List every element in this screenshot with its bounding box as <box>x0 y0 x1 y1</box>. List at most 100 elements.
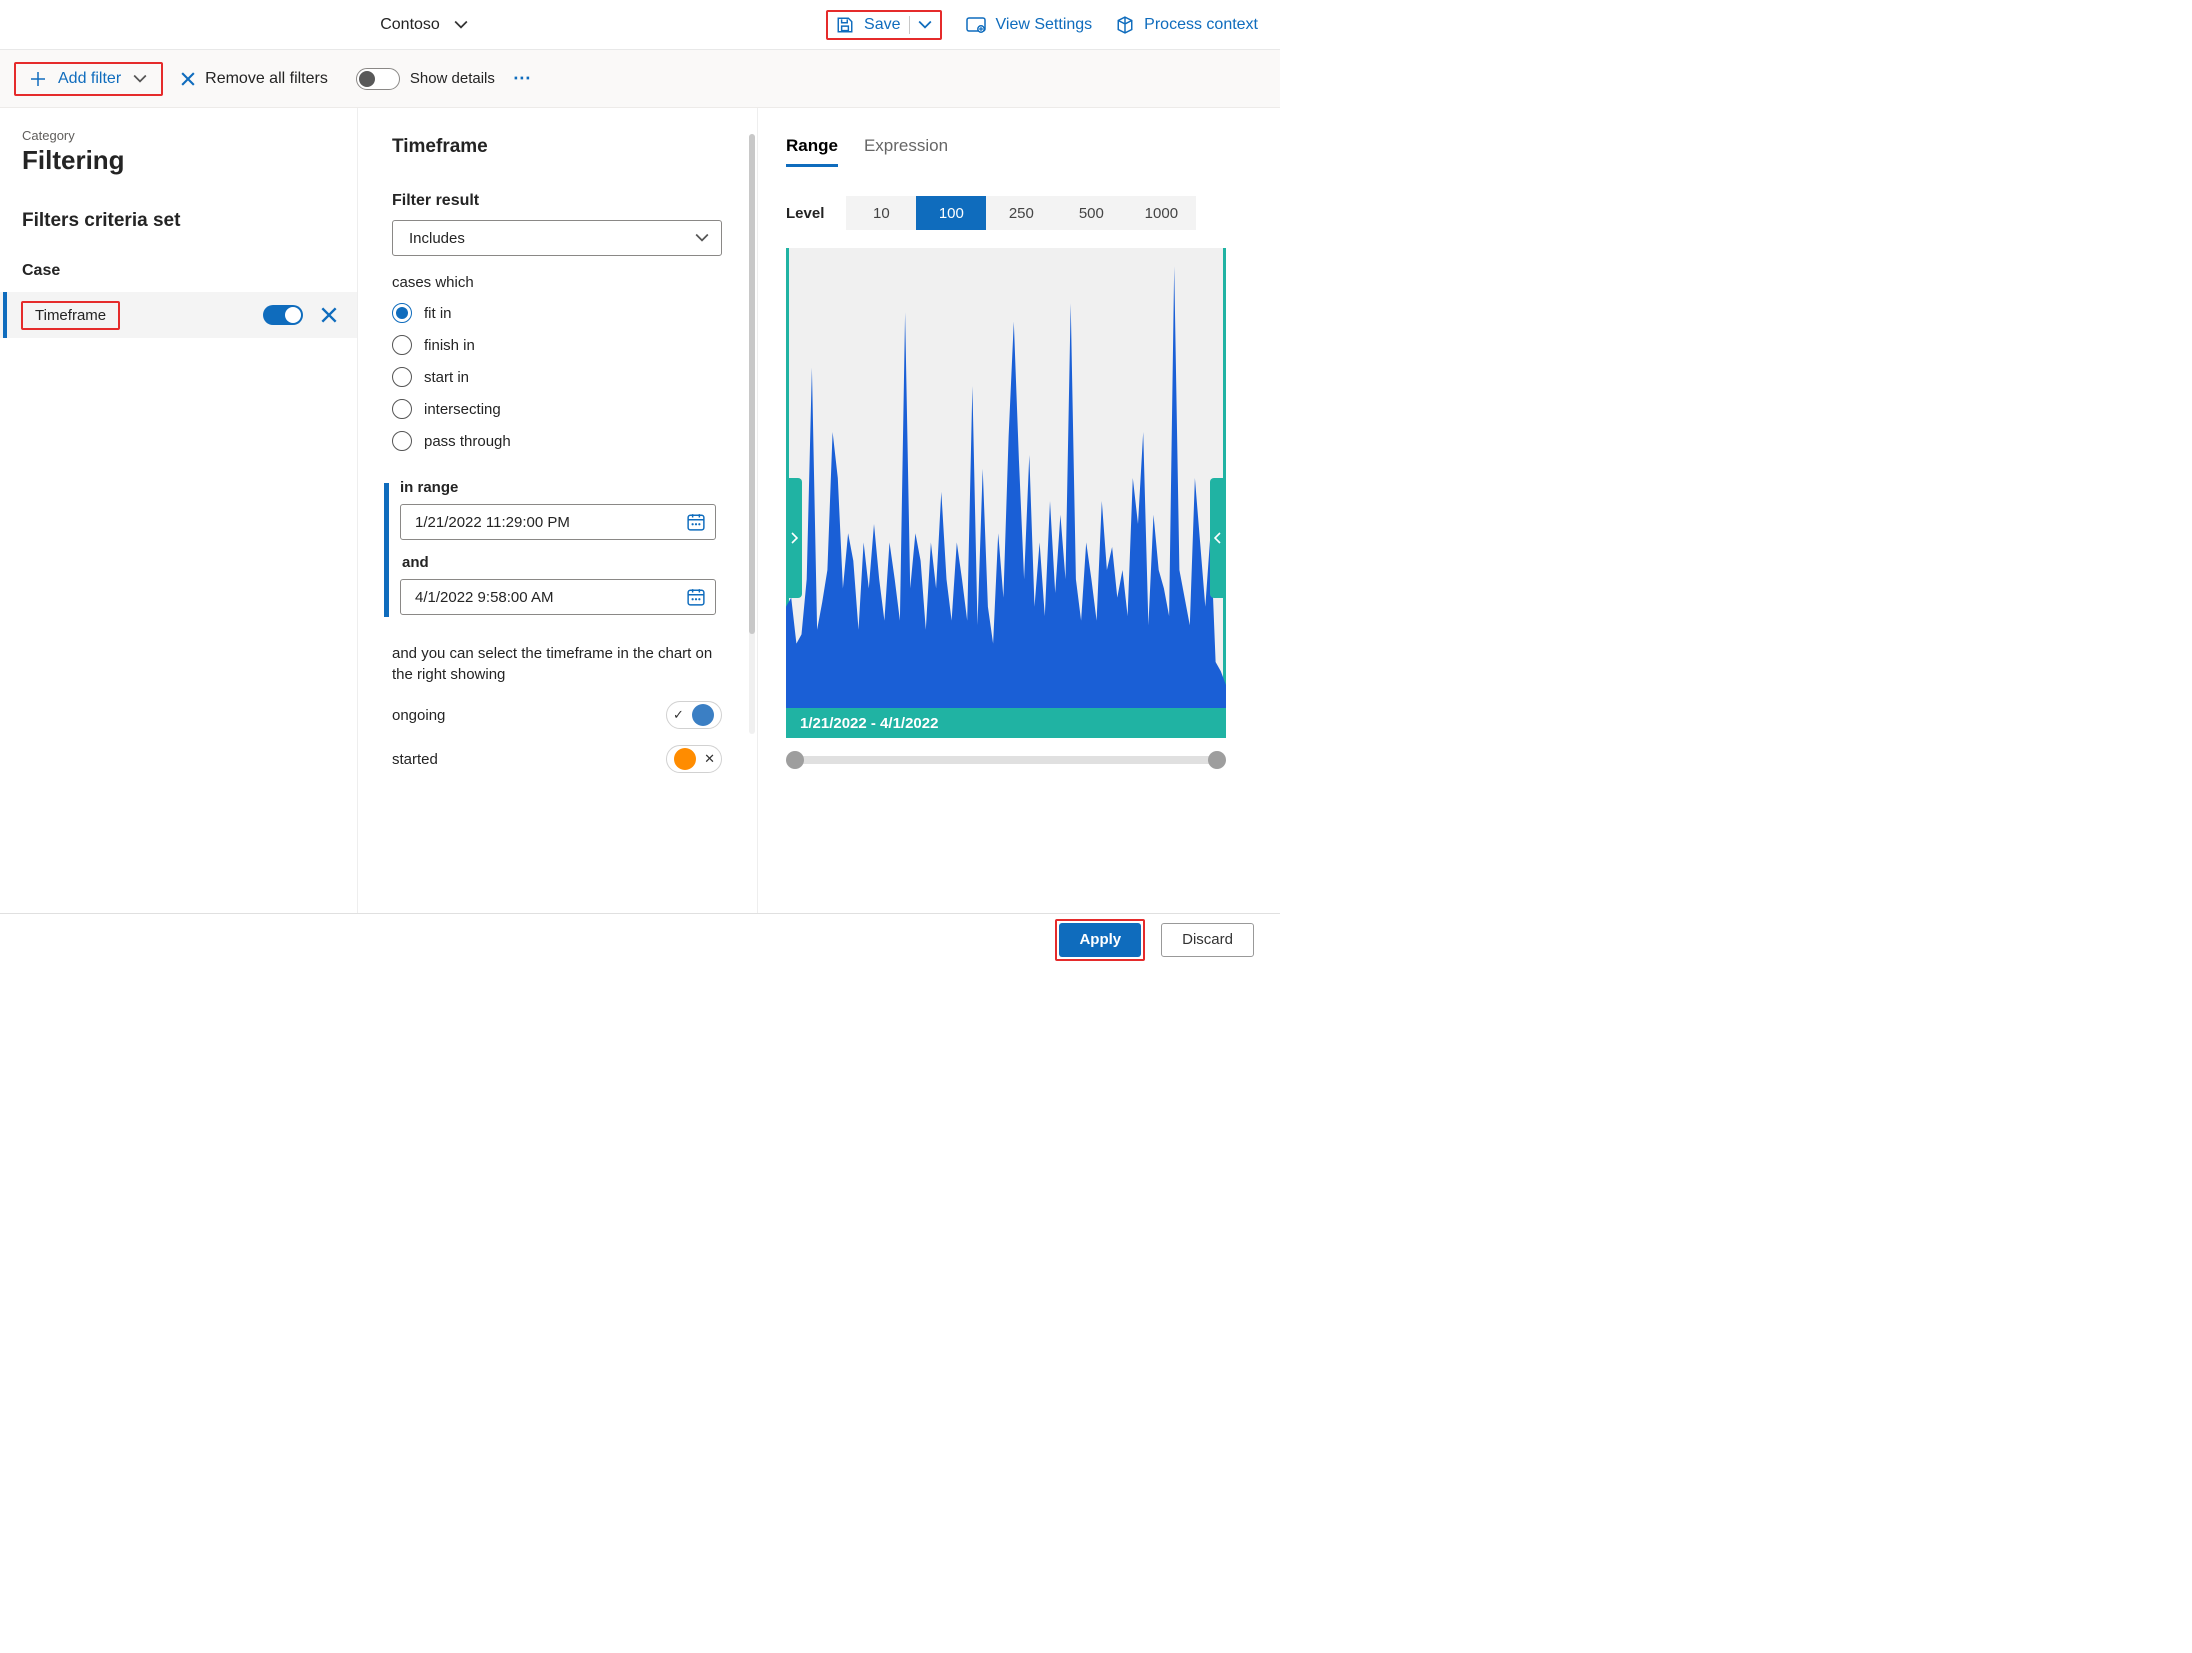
timeframe-title: Timeframe <box>392 136 727 158</box>
radio-ring <box>392 431 412 451</box>
range-handle-left[interactable] <box>786 478 802 598</box>
started-toggle[interactable]: ✕ <box>666 745 722 773</box>
remove-filter-icon[interactable] <box>321 307 337 323</box>
more-menu[interactable]: ⋯ <box>513 68 533 89</box>
apply-button[interactable]: Apply <box>1059 923 1141 957</box>
ongoing-toggle[interactable]: ✓ <box>666 701 722 729</box>
radio-start-in[interactable]: start in <box>392 367 727 387</box>
cases-which-radio-group: fit in finish in start in intersecting pass … <box>392 303 727 451</box>
slider-knob-right[interactable] <box>1208 751 1226 769</box>
tab-range[interactable]: Range <box>786 136 838 167</box>
view-settings-label: View Settings <box>996 16 1093 34</box>
in-range-block: in range 1/21/2022 11:29:00 PM and 4/1/2… <box>392 479 727 615</box>
save-group: Save <box>826 10 941 40</box>
criteria-title: Filters criteria set <box>22 210 357 232</box>
chevron-right-icon <box>790 532 798 544</box>
remove-all-filters-button[interactable]: Remove all filters <box>181 70 328 88</box>
level-row: Level 101002505001000 <box>786 196 1256 230</box>
radio-label: fit in <box>424 305 452 322</box>
level-500[interactable]: 500 <box>1056 196 1126 230</box>
filter-result-label: Filter result <box>392 192 727 210</box>
left-panel: Category Filtering Filters criteria set … <box>0 108 358 913</box>
category-label: Category <box>22 128 357 143</box>
add-filter-label: Add filter <box>58 70 121 88</box>
right-panel: Range Expression Level 101002505001000 1… <box>758 108 1280 913</box>
check-icon: ✓ <box>669 707 688 723</box>
radio-label: finish in <box>424 337 475 354</box>
save-icon <box>836 16 854 34</box>
process-context-label: Process context <box>1144 16 1258 34</box>
save-chevron-icon[interactable] <box>918 18 932 32</box>
header-bar: Contoso Save View Settings Process conte… <box>0 0 1280 50</box>
add-filter-button[interactable]: Add filter <box>14 62 163 96</box>
in-range-label: in range <box>400 479 727 496</box>
radio-label: pass through <box>424 433 511 450</box>
level-100[interactable]: 100 <box>916 196 986 230</box>
header-center: Contoso <box>22 16 826 34</box>
radio-ring <box>392 399 412 419</box>
level-segments: 101002505001000 <box>846 196 1196 230</box>
mid-scrollbar[interactable] <box>749 134 755 734</box>
cube-icon <box>1116 16 1134 34</box>
footer-bar: Apply Discard <box>0 913 1280 965</box>
level-10[interactable]: 10 <box>846 196 916 230</box>
body: Category Filtering Filters criteria set … <box>0 108 1280 913</box>
show-details-toggle[interactable] <box>356 68 400 90</box>
radio-pass-through[interactable]: pass through <box>392 431 727 451</box>
range-tabs: Range Expression <box>786 136 1256 168</box>
range-chart[interactable] <box>786 248 1226 708</box>
filter-result-select[interactable]: Includes <box>392 220 722 256</box>
category-title: Filtering <box>22 145 357 176</box>
save-divider <box>909 16 910 34</box>
tab-expression[interactable]: Expression <box>864 136 948 167</box>
ongoing-label: ongoing <box>392 707 445 724</box>
criteria-group: Case <box>22 262 357 280</box>
radio-ring <box>392 303 412 323</box>
ongoing-row: ongoing ✓ <box>392 701 722 729</box>
apply-highlight: Apply <box>1055 919 1145 961</box>
radio-finish-in[interactable]: finish in <box>392 335 727 355</box>
radio-label: start in <box>424 369 469 386</box>
tenant-selector[interactable]: Contoso <box>380 16 468 34</box>
save-label: Save <box>864 16 900 34</box>
started-label: started <box>392 751 438 768</box>
radio-fit-in[interactable]: fit in <box>392 303 727 323</box>
x-icon: ✕ <box>700 751 719 767</box>
filter-chip-name: Timeframe <box>21 301 120 330</box>
tenant-name: Contoso <box>380 16 440 34</box>
calendar-icon[interactable] <box>687 588 705 606</box>
command-bar: Add filter Remove all filters Show detai… <box>0 50 1280 108</box>
discard-button[interactable]: Discard <box>1161 923 1254 957</box>
and-label: and <box>402 554 727 571</box>
save-button[interactable]: Save <box>836 16 900 34</box>
range-slider[interactable] <box>786 752 1226 766</box>
chart-wrap: 1/21/2022 - 4/1/2022 <box>786 248 1226 738</box>
active-indicator <box>3 292 7 338</box>
close-icon <box>181 72 195 86</box>
view-settings-icon <box>966 16 986 34</box>
calendar-icon[interactable] <box>687 513 705 531</box>
filter-result-value: Includes <box>409 230 465 247</box>
show-details-toggle-group: Show details <box>356 68 495 90</box>
filter-enabled-toggle[interactable] <box>263 305 303 325</box>
level-1000[interactable]: 1000 <box>1126 196 1196 230</box>
remove-all-label: Remove all filters <box>205 70 328 88</box>
view-settings-button[interactable]: View Settings <box>966 16 1093 34</box>
process-context-button[interactable]: Process context <box>1116 16 1258 34</box>
filter-row-timeframe[interactable]: Timeframe <box>0 292 357 338</box>
date-from-value: 1/21/2022 11:29:00 PM <box>415 514 570 531</box>
date-from-input[interactable]: 1/21/2022 11:29:00 PM <box>400 504 716 540</box>
cases-which-label: cases which <box>392 274 727 291</box>
chevron-left-icon <box>1214 532 1222 544</box>
level-250[interactable]: 250 <box>986 196 1056 230</box>
date-to-value: 4/1/2022 9:58:00 AM <box>415 589 553 606</box>
chevron-down-icon <box>454 18 468 32</box>
date-to-input[interactable]: 4/1/2022 9:58:00 AM <box>400 579 716 615</box>
radio-intersecting[interactable]: intersecting <box>392 399 727 419</box>
help-text: and you can select the timeframe in the … <box>392 643 722 685</box>
slider-knob-left[interactable] <box>786 751 804 769</box>
range-handle-right[interactable] <box>1210 478 1226 598</box>
show-details-label: Show details <box>410 70 495 87</box>
header-actions: Save View Settings Process context <box>826 10 1258 40</box>
radio-label: intersecting <box>424 401 501 418</box>
